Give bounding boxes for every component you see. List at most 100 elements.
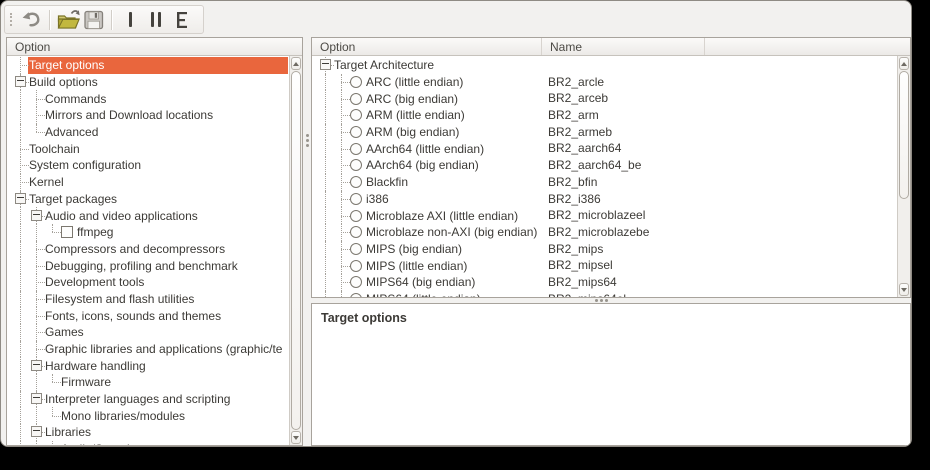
help-panel: Target options bbox=[311, 303, 911, 446]
option-column-header[interactable]: Option bbox=[312, 38, 542, 55]
tree-item[interactable]: Mono libraries/modules bbox=[8, 407, 288, 424]
expander-minus-icon[interactable] bbox=[31, 393, 42, 404]
checkbox[interactable] bbox=[61, 226, 73, 238]
save-button[interactable] bbox=[81, 7, 107, 33]
scrollbar-thumb[interactable] bbox=[899, 71, 909, 199]
list-item[interactable]: BlackfinBR2_bfin bbox=[313, 174, 896, 191]
list-item[interactable]: ARM (little endian)BR2_arm bbox=[313, 107, 896, 124]
list-item[interactable]: ARC (big endian)BR2_arceb bbox=[313, 90, 896, 107]
tree-item[interactable]: Libraries bbox=[8, 424, 288, 441]
radio-button[interactable] bbox=[350, 143, 362, 155]
scrollbar-thumb[interactable] bbox=[291, 71, 301, 430]
tree-item[interactable]: Debugging, profiling and benchmark bbox=[8, 257, 288, 274]
open-button[interactable] bbox=[55, 7, 81, 33]
single-view-button[interactable] bbox=[117, 7, 143, 33]
tree-guide-line bbox=[12, 307, 28, 324]
horizontal-splitter-grip[interactable] bbox=[595, 299, 598, 302]
list-item[interactable]: ARM (big endian)BR2_armeb bbox=[313, 124, 896, 141]
tree-item[interactable]: ffmpeg bbox=[8, 224, 288, 241]
radio-button[interactable] bbox=[350, 243, 362, 255]
tree-branch-line bbox=[28, 357, 44, 374]
undo-button[interactable] bbox=[19, 7, 45, 33]
tree-item[interactable]: Graphic libraries and applications (grap… bbox=[8, 341, 288, 358]
expander-minus-icon[interactable] bbox=[320, 59, 331, 70]
tree-item[interactable]: Target packages bbox=[8, 191, 288, 208]
list-item[interactable]: MIPS64 (big endian)BR2_mips64 bbox=[313, 274, 896, 291]
config-symbol: BR2_arceb bbox=[548, 90, 608, 107]
config-symbol: BR2_arm bbox=[548, 107, 599, 124]
tree-branch-line bbox=[333, 274, 349, 291]
radio-button[interactable] bbox=[350, 76, 362, 88]
tree-item[interactable]: Advanced bbox=[8, 124, 288, 141]
list-item[interactable]: Microblaze non-AXI (big endian)BR2_micro… bbox=[313, 224, 896, 241]
radio-button[interactable] bbox=[350, 260, 362, 272]
expander-minus-icon[interactable] bbox=[31, 210, 42, 221]
tree-item[interactable]: Filesystem and flash utilities bbox=[8, 291, 288, 308]
radio-button[interactable] bbox=[350, 159, 362, 171]
tree-item[interactable]: Target options bbox=[8, 57, 288, 74]
scroll-down-button[interactable] bbox=[899, 283, 909, 296]
full-view-button[interactable] bbox=[169, 7, 195, 33]
tree-item[interactable]: Kernel bbox=[8, 174, 288, 191]
expander-minus-icon[interactable] bbox=[31, 426, 42, 437]
tree-item[interactable]: System configuration bbox=[8, 157, 288, 174]
list-item[interactable]: MIPS64 (little endian)BR2_mips64el bbox=[313, 291, 896, 297]
item-label: ARM (big endian) bbox=[365, 125, 459, 139]
list-item[interactable]: AArch64 (big endian)BR2_aarch64_be bbox=[313, 157, 896, 174]
tree-branch-line bbox=[28, 257, 44, 274]
tree-branch-line bbox=[12, 57, 28, 74]
radio-button[interactable] bbox=[350, 276, 362, 288]
scroll-down-button[interactable] bbox=[291, 431, 301, 444]
split-view-button[interactable] bbox=[143, 7, 169, 33]
item-label: ffmpeg bbox=[76, 225, 113, 239]
list-item[interactable]: Target Architecture bbox=[313, 57, 896, 74]
item-label: Commands bbox=[44, 92, 106, 106]
tree-item[interactable]: Commands bbox=[8, 90, 288, 107]
list-item[interactable]: i386BR2_i386 bbox=[313, 191, 896, 208]
tree-item[interactable]: Fonts, icons, sounds and themes bbox=[8, 307, 288, 324]
item-label: MIPS64 (big endian) bbox=[365, 275, 475, 289]
tree-branch-line bbox=[28, 90, 44, 107]
tree-item[interactable]: Toolchain bbox=[8, 140, 288, 157]
radio-button[interactable] bbox=[350, 109, 362, 121]
tree-item[interactable]: Audio/Sound bbox=[8, 441, 288, 445]
single-view-icon bbox=[129, 12, 132, 27]
tree-item[interactable]: Interpreter languages and scripting bbox=[8, 391, 288, 408]
scroll-up-button[interactable] bbox=[291, 57, 301, 70]
list-item[interactable]: Microblaze AXI (little endian)BR2_microb… bbox=[313, 207, 896, 224]
right-vertical-scrollbar[interactable] bbox=[897, 56, 910, 297]
tree-item[interactable]: Games bbox=[8, 324, 288, 341]
radio-button[interactable] bbox=[350, 193, 362, 205]
radio-button[interactable] bbox=[350, 176, 362, 188]
tree-item[interactable]: Build options bbox=[8, 74, 288, 91]
option-column-header[interactable]: Option bbox=[7, 38, 302, 55]
list-item[interactable]: MIPS (big endian)BR2_mips bbox=[313, 241, 896, 258]
config-symbol: BR2_microblazeel bbox=[548, 207, 645, 224]
value-column-header[interactable] bbox=[705, 38, 910, 55]
left-vertical-scrollbar[interactable] bbox=[289, 56, 302, 445]
tree-item[interactable]: Compressors and decompressors bbox=[8, 241, 288, 258]
tree-branch-line bbox=[333, 224, 349, 241]
radio-button[interactable] bbox=[350, 293, 362, 297]
radio-button[interactable] bbox=[350, 126, 362, 138]
expander-minus-icon[interactable] bbox=[15, 193, 26, 204]
config-symbol: BR2_mipsel bbox=[548, 257, 613, 274]
list-item[interactable]: AArch64 (little endian)BR2_aarch64 bbox=[313, 140, 896, 157]
tree-item[interactable]: Audio and video applications bbox=[8, 207, 288, 224]
tree-item[interactable]: Firmware bbox=[8, 374, 288, 391]
list-item[interactable]: MIPS (little endian)BR2_mipsel bbox=[313, 257, 896, 274]
tree-item[interactable]: Hardware handling bbox=[8, 357, 288, 374]
name-column-header[interactable]: Name bbox=[542, 38, 705, 55]
radio-button[interactable] bbox=[350, 93, 362, 105]
radio-button[interactable] bbox=[350, 226, 362, 238]
expander-minus-icon[interactable] bbox=[31, 360, 42, 371]
vertical-splitter-grip[interactable] bbox=[306, 134, 309, 137]
list-item[interactable]: ARC (little endian)BR2_arcle bbox=[313, 74, 896, 91]
tree-item[interactable]: Mirrors and Download locations bbox=[8, 107, 288, 124]
radio-button[interactable] bbox=[350, 210, 362, 222]
tree-item[interactable]: Development tools bbox=[8, 274, 288, 291]
expander-minus-icon[interactable] bbox=[15, 76, 26, 87]
scroll-up-button[interactable] bbox=[899, 57, 909, 70]
toolbar-drag-handle[interactable] bbox=[10, 13, 15, 26]
tree-branch-line bbox=[28, 124, 44, 141]
